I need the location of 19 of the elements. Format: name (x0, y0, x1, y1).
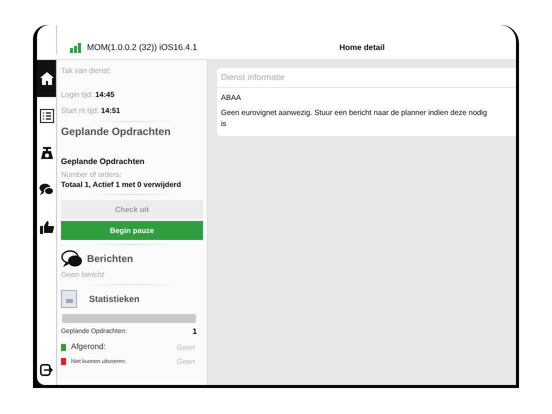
section-heading: Statistieken (89, 292, 140, 306)
section-heading: Berichten (87, 252, 134, 266)
tab-button[interactable] (37, 60, 56, 97)
detail-title: Home detail (339, 42, 385, 54)
stat-value: 1 (192, 326, 197, 338)
thumbs-up-icon (40, 220, 54, 234)
stat-label: Afgerond: (71, 341, 107, 354)
app-version: MOM(1.0.0.2 (32)) iOS16.4.1 (87, 41, 198, 54)
chat-icon (61, 250, 83, 268)
document-icon (61, 290, 77, 308)
logout-icon (40, 364, 53, 376)
signal-icon (70, 42, 81, 53)
scale-icon (40, 146, 54, 160)
card-title: Dienst informatie (217, 68, 516, 88)
list-icon (40, 108, 54, 122)
chat-icon (39, 183, 54, 196)
section-heading: Geplande Opdrachten (61, 125, 172, 139)
home-icon (40, 72, 54, 85)
subheading: Geplande Opdrachten (61, 156, 146, 167)
